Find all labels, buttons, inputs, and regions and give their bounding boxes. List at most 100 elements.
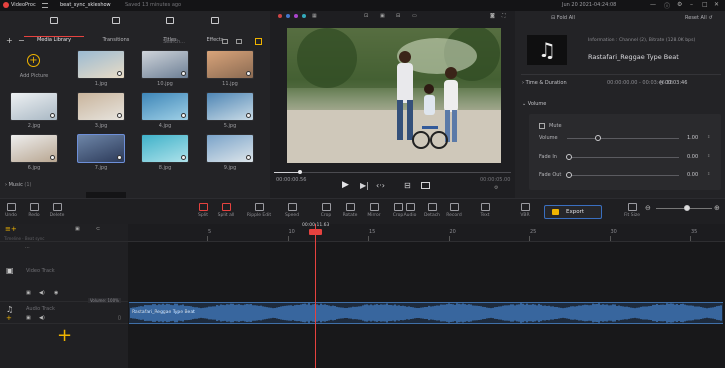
toolbar-split-all-button[interactable]: Split all bbox=[213, 203, 239, 218]
media-thumbnail[interactable] bbox=[206, 134, 254, 163]
media-thumbnail[interactable] bbox=[206, 92, 254, 121]
export-button[interactable]: Export bbox=[544, 205, 602, 219]
fade-in-slider-handle[interactable] bbox=[566, 154, 572, 160]
split-preview-icon[interactable]: ⊟ bbox=[404, 181, 411, 190]
toolbar-crop-button[interactable]: Crop bbox=[313, 203, 339, 218]
view-grid-icon[interactable] bbox=[222, 39, 228, 44]
media-thumbnail[interactable] bbox=[206, 50, 254, 79]
collapse-panel-icon[interactable] bbox=[255, 38, 262, 45]
monitor-icon[interactable] bbox=[421, 182, 430, 189]
media-thumbnail[interactable] bbox=[141, 50, 189, 79]
volume-slider[interactable] bbox=[567, 135, 679, 141]
toolbar-rotate-button[interactable]: Rotate bbox=[337, 203, 363, 218]
video-track-lock-icon[interactable]: ▣ bbox=[26, 290, 31, 296]
media-thumbnail[interactable] bbox=[141, 134, 189, 163]
aspect-icon[interactable]: ▭ bbox=[412, 13, 417, 19]
fade-out-stepper-icon[interactable]: ⇕ bbox=[707, 171, 710, 176]
fade-out-value[interactable]: 0.00 bbox=[687, 172, 698, 178]
volume-slider-handle[interactable] bbox=[595, 135, 602, 141]
fit-size-button[interactable]: Fit Size bbox=[619, 203, 645, 218]
fold-all-button[interactable]: ⊟ Fold All bbox=[551, 15, 575, 21]
volume-value[interactable]: 1.00 bbox=[687, 135, 698, 141]
fade-out-slider[interactable] bbox=[566, 172, 679, 178]
video-track-volume-icon[interactable]: ◀) bbox=[39, 290, 45, 296]
preview-progress-bar[interactable] bbox=[274, 170, 511, 174]
fade-in-value[interactable]: 0.00 bbox=[687, 154, 698, 160]
add-picture-button[interactable]: + Add Picture bbox=[10, 51, 58, 91]
preview-settings-icon[interactable]: ⚙ bbox=[494, 185, 498, 191]
track-link-icon[interactable]: ⊂ bbox=[96, 226, 100, 232]
color-dot-purple-icon[interactable] bbox=[294, 14, 298, 18]
audio-track-volume-icon[interactable]: ◀) bbox=[39, 315, 45, 321]
minimize-icon[interactable]: — bbox=[650, 1, 656, 8]
video-track-more-icon[interactable]: ··· bbox=[25, 245, 30, 251]
step-back-forward-icon[interactable]: ‹·› bbox=[376, 181, 385, 190]
zoom-slider[interactable] bbox=[656, 205, 712, 211]
toolbar-mirror-button[interactable]: Mirror bbox=[361, 203, 387, 218]
fade-out-slider-handle[interactable] bbox=[566, 172, 572, 178]
music-folder-label[interactable]: › Music (1) bbox=[5, 182, 32, 188]
timeline-ruler[interactable]: 5 10 15 20 25 30 35 bbox=[128, 224, 725, 242]
add-media-button[interactable]: + bbox=[6, 36, 13, 45]
vbr-button[interactable]: VBR bbox=[512, 203, 538, 218]
grid-icon[interactable]: ▦ bbox=[312, 13, 317, 19]
media-thumbnail[interactable] bbox=[77, 134, 125, 163]
track-lock-icon[interactable]: ▣ bbox=[75, 226, 80, 232]
time-duration-header[interactable]: › Time & Duration bbox=[522, 80, 567, 86]
toolbar-text-button[interactable]: Text bbox=[472, 203, 498, 218]
fade-in-slider[interactable] bbox=[566, 154, 679, 160]
color-dot-red-icon[interactable] bbox=[278, 14, 282, 18]
tab-transitions[interactable]: Transitions bbox=[86, 15, 146, 43]
playhead[interactable] bbox=[315, 224, 316, 368]
audio-track-add-icon[interactable]: + bbox=[6, 314, 12, 322]
zoom-in-icon[interactable]: ⊕ bbox=[714, 204, 720, 212]
mute-checkbox[interactable] bbox=[539, 123, 545, 129]
layers-icon[interactable]: ▣ bbox=[380, 13, 385, 19]
toolbar-delete-button[interactable]: Delete bbox=[44, 203, 70, 218]
media-thumbnail[interactable] bbox=[77, 50, 125, 79]
info-icon[interactable]: ⓘ bbox=[664, 1, 670, 10]
add-track-plus-icon[interactable]: + bbox=[57, 327, 72, 345]
tab-media-library[interactable]: Media Library bbox=[24, 15, 84, 43]
zoom-out-icon[interactable]: ⊖ bbox=[645, 204, 651, 212]
play-icon[interactable]: ▶ bbox=[342, 180, 349, 190]
crop-preview-icon[interactable]: ⊟ bbox=[396, 13, 400, 19]
toolbar-ripple-edit-button[interactable]: Ripple Edit bbox=[246, 203, 272, 218]
added-check-icon bbox=[181, 71, 186, 76]
playhead-handle[interactable] bbox=[309, 229, 322, 235]
preview-progress-handle[interactable] bbox=[298, 170, 303, 174]
fade-in-stepper-icon[interactable]: ⇕ bbox=[707, 153, 710, 158]
color-dot-teal-icon[interactable] bbox=[302, 14, 306, 18]
settings-icon[interactable]: ⚙ bbox=[677, 1, 682, 8]
audio-track-trash-icon[interactable]: ▯ bbox=[118, 315, 121, 321]
lock-icon[interactable]: ⊡ bbox=[364, 13, 368, 19]
sort-icon[interactable] bbox=[236, 39, 242, 44]
toolbar-record-button[interactable]: Record bbox=[441, 203, 467, 218]
audio-track-lock-icon[interactable]: ▣ bbox=[26, 315, 31, 321]
color-dot-blue-icon[interactable] bbox=[286, 14, 290, 18]
zoom-slider-handle[interactable] bbox=[683, 205, 690, 211]
toolbar-speed-button[interactable]: Speed bbox=[279, 203, 305, 218]
menu-icon[interactable] bbox=[42, 3, 48, 8]
audio-clip[interactable]: Rastafari_Reggae Type Beat bbox=[129, 302, 723, 324]
next-frame-icon[interactable]: ▶| bbox=[360, 181, 369, 190]
search-input[interactable]: Search... bbox=[163, 39, 213, 45]
window-minimize-icon[interactable]: – bbox=[690, 1, 693, 8]
remove-media-button[interactable]: − bbox=[18, 36, 25, 45]
snapshot-icon[interactable]: ◙ bbox=[490, 13, 495, 19]
media-thumbnail[interactable] bbox=[77, 92, 125, 121]
volume-section-header[interactable]: ⌄ Volume bbox=[522, 101, 546, 107]
edit-toolbar: Undo Redo Delete Split Split all Ripple Edit… bbox=[0, 198, 725, 224]
tab-effects[interactable]: Effects bbox=[185, 15, 245, 43]
reset-all-button[interactable]: Reset All ↺ bbox=[685, 15, 713, 21]
volume-stepper-icon[interactable]: ⇕ bbox=[707, 134, 710, 139]
fullscreen-icon[interactable]: ⛶ bbox=[502, 13, 506, 19]
window-maximize-icon[interactable]: □ bbox=[702, 1, 708, 8]
close-icon[interactable]: ✕ bbox=[714, 1, 719, 8]
video-track-visibility-icon[interactable]: ◉ bbox=[54, 290, 58, 296]
add-track-icon[interactable]: ≡+ bbox=[5, 225, 17, 233]
media-thumbnail[interactable] bbox=[10, 92, 58, 121]
media-thumbnail[interactable] bbox=[141, 92, 189, 121]
preview-video-frame[interactable] bbox=[287, 28, 501, 163]
media-thumbnail[interactable] bbox=[10, 134, 58, 163]
